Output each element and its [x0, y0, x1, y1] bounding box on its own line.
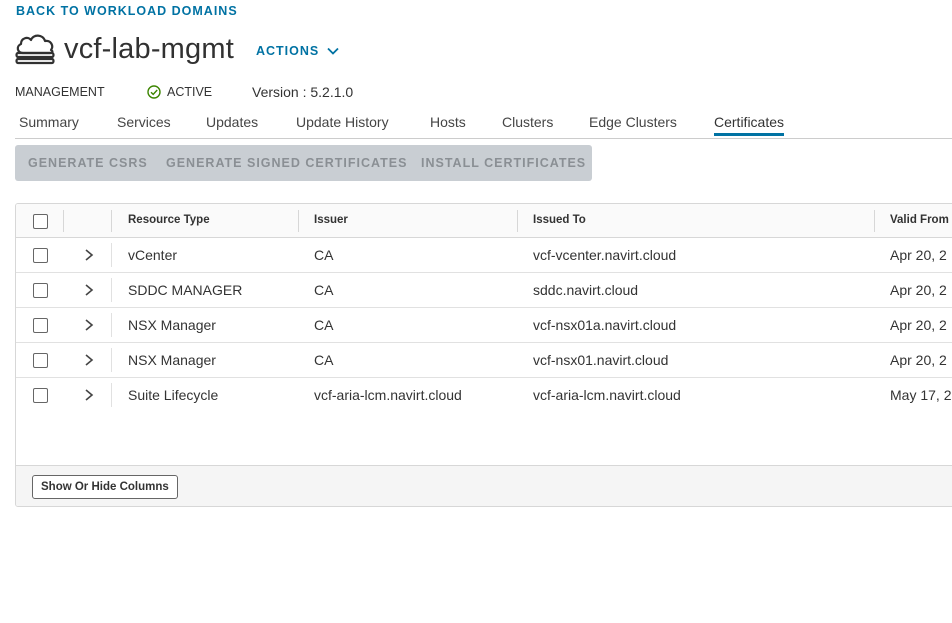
cell-issuer: CA: [314, 352, 334, 368]
cell-resource-type: Suite Lifecycle: [128, 387, 219, 403]
cell-valid-from: Apr 20, 2: [890, 247, 947, 263]
cell-issuer: CA: [314, 317, 334, 333]
actions-dropdown[interactable]: ACTIONS: [256, 44, 339, 58]
certificates-datagrid: Resource Type Issuer Issued To Valid Fro…: [15, 203, 952, 507]
chevron-right-icon[interactable]: [83, 388, 95, 402]
back-to-workload-domains-link[interactable]: BACK TO WORKLOAD DOMAINS: [16, 4, 238, 18]
domain-header: vcf-lab-mgmt ACTIONS: [14, 28, 339, 70]
table-row: vCenter CA vcf-vcenter.navirt.cloud Apr …: [16, 238, 952, 273]
tab-clusters[interactable]: Clusters: [502, 114, 553, 136]
column-header-valid-from[interactable]: Valid From: [890, 214, 949, 226]
cell-valid-from: Apr 20, 2: [890, 317, 947, 333]
check-circle-icon: [147, 85, 161, 99]
cell-issuer: CA: [314, 247, 334, 263]
column-header-resource-type[interactable]: Resource Type: [128, 214, 210, 226]
cell-issued-to: vcf-nsx01a.navirt.cloud: [533, 317, 677, 333]
column-separator: [111, 278, 112, 302]
chevron-right-icon[interactable]: [83, 318, 95, 332]
chevron-right-icon[interactable]: [83, 283, 95, 297]
tab-bar: Summary Services Updates Update History …: [15, 110, 952, 139]
domain-type: MANAGEMENT: [15, 85, 105, 99]
table-row: Suite Lifecycle vcf-aria-lcm.navirt.clou…: [16, 378, 952, 412]
row-checkbox[interactable]: [33, 248, 48, 263]
column-separator[interactable]: [517, 210, 518, 232]
domain-meta: MANAGEMENT ACTIVE Version : 5.2.1.0: [15, 83, 353, 101]
tab-summary[interactable]: Summary: [19, 114, 79, 136]
column-separator[interactable]: [298, 210, 299, 232]
table-footer: Show Or Hide Columns: [16, 465, 952, 506]
cell-resource-type: NSX Manager: [128, 317, 216, 333]
column-header-issuer[interactable]: Issuer: [314, 214, 348, 226]
chevron-right-icon[interactable]: [83, 353, 95, 367]
row-checkbox[interactable]: [33, 318, 48, 333]
generate-csrs-button[interactable]: GENERATE CSRS: [28, 156, 148, 170]
workload-domain-page: BACK TO WORKLOAD DOMAINS vcf-lab-mgmt AC…: [0, 0, 952, 623]
certificate-actions-toolbar: GENERATE CSRS GENERATE SIGNED CERTIFICAT…: [15, 145, 592, 181]
cell-valid-from: Apr 20, 2: [890, 352, 947, 368]
table-header: Resource Type Issuer Issued To Valid Fro…: [16, 204, 952, 238]
cell-issued-to: vcf-vcenter.navirt.cloud: [533, 247, 677, 263]
install-certificates-button[interactable]: INSTALL CERTIFICATES: [421, 156, 586, 170]
column-separator: [111, 210, 112, 232]
chevron-right-icon[interactable]: [83, 248, 95, 262]
cell-issuer: vcf-aria-lcm.navirt.cloud: [314, 387, 462, 403]
cell-issued-to: sddc.navirt.cloud: [533, 282, 639, 298]
cell-issued-to: vcf-nsx01.navirt.cloud: [533, 352, 669, 368]
cloud-icon: [14, 31, 56, 67]
cell-valid-from: Apr 20, 2: [890, 282, 947, 298]
page-title: vcf-lab-mgmt: [64, 32, 234, 65]
cell-issued-to: vcf-aria-lcm.navirt.cloud: [533, 387, 681, 403]
row-checkbox[interactable]: [33, 353, 48, 368]
row-checkbox[interactable]: [33, 388, 48, 403]
actions-label: ACTIONS: [255, 44, 320, 58]
cell-valid-from: May 17, 2: [890, 387, 952, 403]
chevron-down-icon: [327, 47, 339, 55]
table-row: NSX Manager CA vcf-nsx01.navirt.cloud Ap…: [16, 343, 952, 378]
cell-issuer: CA: [314, 282, 334, 298]
row-checkbox[interactable]: [33, 283, 48, 298]
status-badge: ACTIVE: [147, 85, 252, 99]
cell-resource-type: NSX Manager: [128, 352, 216, 368]
column-separator: [111, 313, 112, 337]
column-separator: [63, 210, 64, 232]
tab-edge-clusters[interactable]: Edge Clusters: [589, 114, 677, 136]
show-hide-columns-button[interactable]: Show Or Hide Columns: [32, 475, 178, 499]
table-row: NSX Manager CA vcf-nsx01a.navirt.cloud A…: [16, 308, 952, 343]
column-separator[interactable]: [874, 210, 875, 232]
column-header-issued-to[interactable]: Issued To: [533, 214, 586, 226]
column-separator: [111, 243, 112, 267]
tab-updates[interactable]: Updates: [206, 114, 258, 136]
version-text: Version : 5.2.1.0: [252, 84, 354, 100]
cell-resource-type: vCenter: [128, 247, 178, 263]
generate-signed-certificates-button[interactable]: GENERATE SIGNED CERTIFICATES: [166, 156, 407, 170]
select-all-checkbox[interactable]: [33, 214, 48, 229]
column-separator: [111, 348, 112, 372]
tab-update-history[interactable]: Update History: [296, 114, 389, 136]
tab-services[interactable]: Services: [117, 114, 171, 136]
column-separator: [111, 383, 112, 407]
tab-certificates[interactable]: Certificates: [714, 114, 785, 136]
table-row: SDDC MANAGER CA sddc.navirt.cloud Apr 20…: [16, 273, 952, 308]
cell-resource-type: SDDC MANAGER: [128, 282, 243, 298]
status-text: ACTIVE: [167, 85, 213, 99]
tab-hosts[interactable]: Hosts: [430, 114, 466, 136]
